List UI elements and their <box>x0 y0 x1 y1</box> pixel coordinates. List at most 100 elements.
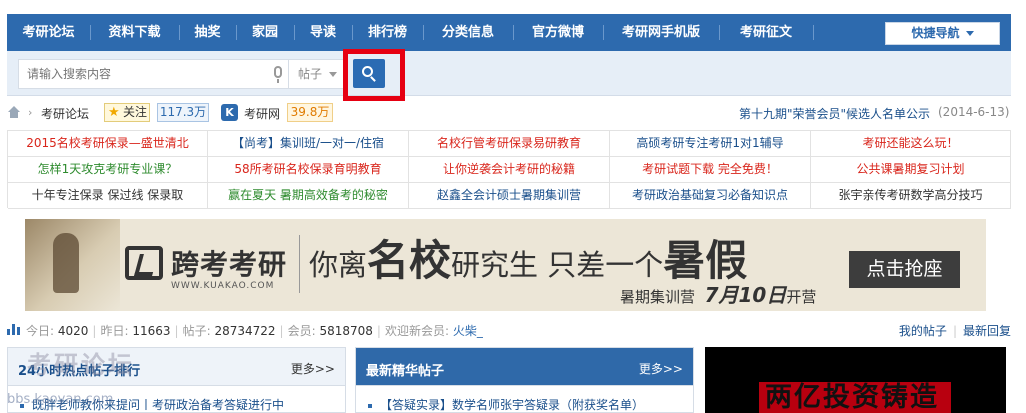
announcement-date: (2014-6-13) <box>938 105 1010 119</box>
top-nav: 考研论坛 资料下载 抽奖 家园 导读 排行榜 分类信息 官方微博 考研网手机版 … <box>7 14 1011 51</box>
more-link[interactable]: 更多>> <box>291 360 335 377</box>
ad-link[interactable]: 58所考研名校保录育明教育 <box>208 157 409 183</box>
nav-mobile[interactable]: 考研网手机版 <box>603 14 719 51</box>
ad-link[interactable]: 高硕考研专注考研1对1辅导 <box>610 131 811 157</box>
follow-count: 117.3万 <box>157 103 209 122</box>
ad-link[interactable]: 考研政治基础复习必备知识点 <box>610 183 811 209</box>
stats-links: 我的帖子 | 最新回复 <box>899 322 1011 339</box>
forum-watermark: 考研论坛 <box>27 351 135 379</box>
subline-date: 7月10日 <box>704 283 787 307</box>
ad-link[interactable]: 让你逆袭会计考研的秘籍 <box>409 157 610 183</box>
more-link[interactable]: 更多>> <box>639 360 683 377</box>
search-input[interactable] <box>19 60 259 88</box>
featured-posts-panel: 最新精华帖子 更多>> 【答疑实录】数学名师张宇答疑录（附获奖名单） <box>355 347 694 413</box>
slogan-emphasis: 名校 <box>367 236 452 285</box>
bar-chart-icon <box>7 324 20 335</box>
text-ad-grid: 2015名校考研保录—盛世清北 【尚考】集训班/一对一/住宿 名校行管考研保录易… <box>7 130 1011 209</box>
slogan-emphasis: 暑假 <box>663 236 748 285</box>
my-posts-link[interactable]: 我的帖子 <box>899 324 947 338</box>
ad-link[interactable]: 怎样1天攻克考研专业课？ <box>8 157 208 183</box>
search-field <box>18 59 288 89</box>
stat-members: 5818708 <box>319 324 373 338</box>
list-item-title: 【答疑实录】数学名师张宇答疑录（附获奖名单） <box>380 398 645 412</box>
stat-label: 帖子: <box>182 324 211 338</box>
banner-url: WWW.KUAKAO.COM <box>171 281 275 291</box>
ad-link[interactable]: 考研还能这么玩！ <box>811 131 1011 157</box>
stat-yesterday: 11663 <box>132 324 171 338</box>
ad-link[interactable]: 公共课暑期复习计划 <box>811 157 1011 183</box>
nav-forum[interactable]: 考研论坛 <box>7 14 90 51</box>
ad-link[interactable]: 考研试题下载 完全免费！ <box>610 157 811 183</box>
ad-link[interactable]: 2015名校考研保录—盛世清北 <box>8 131 208 157</box>
highlight-box <box>343 49 405 101</box>
quick-nav-button[interactable]: 快捷导航 <box>885 22 1000 45</box>
nav-essay[interactable]: 考研征文 <box>719 14 813 51</box>
nav-lottery[interactable]: 抽奖 <box>179 14 236 51</box>
search-type-select[interactable]: 帖子 <box>288 59 344 89</box>
nav-ranking[interactable]: 排行榜 <box>352 14 423 51</box>
subline-part: 开营 <box>786 288 817 306</box>
nav-weibo[interactable]: 官方微博 <box>513 14 603 51</box>
star-icon: ★ <box>108 105 120 120</box>
banner-subline: 暑期集训营 7月10日开营 <box>620 279 816 308</box>
bullet-icon <box>368 403 372 408</box>
banner-divider <box>299 235 300 293</box>
breadcrumb: › 考研论坛 ★ 关注 117.3万 K 考研网 39.8万 第十九期"荣誉会员"… <box>7 101 1011 125</box>
climber-figure <box>53 233 79 293</box>
ad-link[interactable]: 张宇亲传考研数学高分技巧 <box>811 183 1011 209</box>
breadcrumb-forum[interactable]: 考研论坛 <box>41 105 89 122</box>
site-name[interactable]: 考研网 <box>244 105 280 122</box>
home-icon[interactable] <box>8 106 20 118</box>
ad-link[interactable]: 赵鑫全会计硕士暑期集训营 <box>409 183 610 209</box>
stat-label: 会员: <box>287 324 316 338</box>
link-divider: | <box>952 324 957 338</box>
stat-divider: | <box>92 324 97 338</box>
ad-link[interactable]: 十年专注保录 保过线 保录取 <box>8 183 208 209</box>
ad-link[interactable]: 名校行管考研保录易研教育 <box>409 131 610 157</box>
microphone-stand <box>277 79 279 83</box>
latest-reply-link[interactable]: 最新回复 <box>963 324 1011 338</box>
stat-divider: | <box>376 324 381 338</box>
chevron-down-icon <box>329 72 337 77</box>
stat-posts: 28734722 <box>214 324 276 338</box>
stat-divider: | <box>174 324 179 338</box>
forum-stats: 今日: 4020 | 昨日: 11663 | 帖子: 28734722 | 会员: 5818… <box>7 321 1011 339</box>
list-item[interactable]: 【答疑实录】数学名师张宇答疑录（附获奖名单） <box>368 396 645 412</box>
kaoyan-logo-icon: K <box>221 104 238 121</box>
side-ad-text: 两亿投资铸造 <box>765 382 939 413</box>
stat-label: 今日: <box>26 324 55 338</box>
promo-banner[interactable]: 跨考考研 WWW.KUAKAO.COM 你离名校研究生 只差一个暑假 暑期集训营… <box>25 219 986 311</box>
newest-member-link[interactable]: 火柴_ <box>453 324 483 338</box>
stat-divider: | <box>279 324 284 338</box>
follow-label: 关注 <box>123 105 148 119</box>
microphone-icon[interactable] <box>274 66 282 78</box>
nav-downloads[interactable]: 资料下载 <box>90 14 179 51</box>
ad-link[interactable]: 赢在夏天 暑期高效备考的秘密 <box>208 183 409 209</box>
slogan-part: 研究生 只差一个 <box>451 248 664 282</box>
panel-title: 最新精华帖子 <box>366 364 445 379</box>
stat-label: 昨日: <box>100 324 129 338</box>
search-type-label: 帖子 <box>298 67 323 81</box>
breadcrumb-separator: › <box>28 106 33 119</box>
kuakao-logo-icon <box>125 246 163 280</box>
nav-home[interactable]: 家园 <box>236 14 294 51</box>
follow-button[interactable]: ★ 关注 <box>104 103 150 122</box>
side-ad[interactable]: 两亿投资铸造 <box>705 347 1006 413</box>
stat-label: 欢迎新会员: <box>384 324 449 338</box>
nav-divider <box>813 25 814 40</box>
ad-link[interactable]: 【尚考】集训班/一对一/住宿 <box>208 131 409 157</box>
chevron-down-icon <box>965 31 974 36</box>
slogan-part: 你离 <box>309 248 368 282</box>
quick-nav-label: 快捷导航 <box>911 26 960 40</box>
nav-classifieds[interactable]: 分类信息 <box>423 14 513 51</box>
nav-guide[interactable]: 导读 <box>294 14 352 51</box>
announcement-link[interactable]: 第十九期"荣誉会员"候选人名单公示 <box>739 105 930 122</box>
subline-part: 暑期集训营 <box>620 288 696 306</box>
stat-today: 4020 <box>57 324 89 338</box>
forum-watermark-url: bbs.kaoyan.com <box>7 392 114 407</box>
stats-text: 今日: 4020 | 昨日: 11663 | 帖子: 28734722 | 会员: 5818… <box>26 322 483 339</box>
banner-logo-text: 跨考考研 <box>171 248 288 281</box>
banner-cta-button[interactable]: 点击抢座 <box>849 251 960 288</box>
panel-header: 最新精华帖子 更多>> <box>356 348 693 386</box>
site-count: 39.8万 <box>287 103 333 122</box>
